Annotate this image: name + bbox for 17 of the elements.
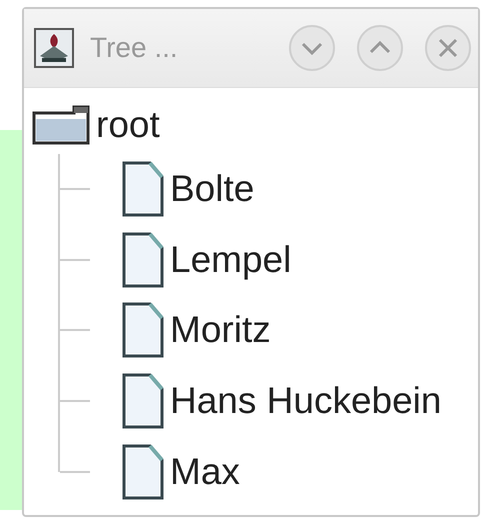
tree-item[interactable]: Max <box>170 450 240 493</box>
folder-icon <box>32 105 90 145</box>
close-button[interactable] <box>424 24 472 72</box>
window-title: Tree ... <box>90 32 178 64</box>
file-icon <box>122 232 164 288</box>
tree-item[interactable]: Bolte <box>170 168 254 210</box>
tree-item[interactable]: Moritz <box>170 309 271 352</box>
minimize-button[interactable] <box>288 24 336 72</box>
app-icon <box>34 28 74 68</box>
file-icon <box>122 161 164 218</box>
file-icon <box>122 444 164 500</box>
tree-item[interactable]: Hans Huckebein <box>170 380 442 422</box>
tree-item[interactable]: Lempel <box>170 238 292 281</box>
file-icon <box>122 302 164 358</box>
file-icon <box>122 373 164 430</box>
maximize-button[interactable] <box>356 24 404 72</box>
tree-item[interactable]: root <box>96 104 160 146</box>
